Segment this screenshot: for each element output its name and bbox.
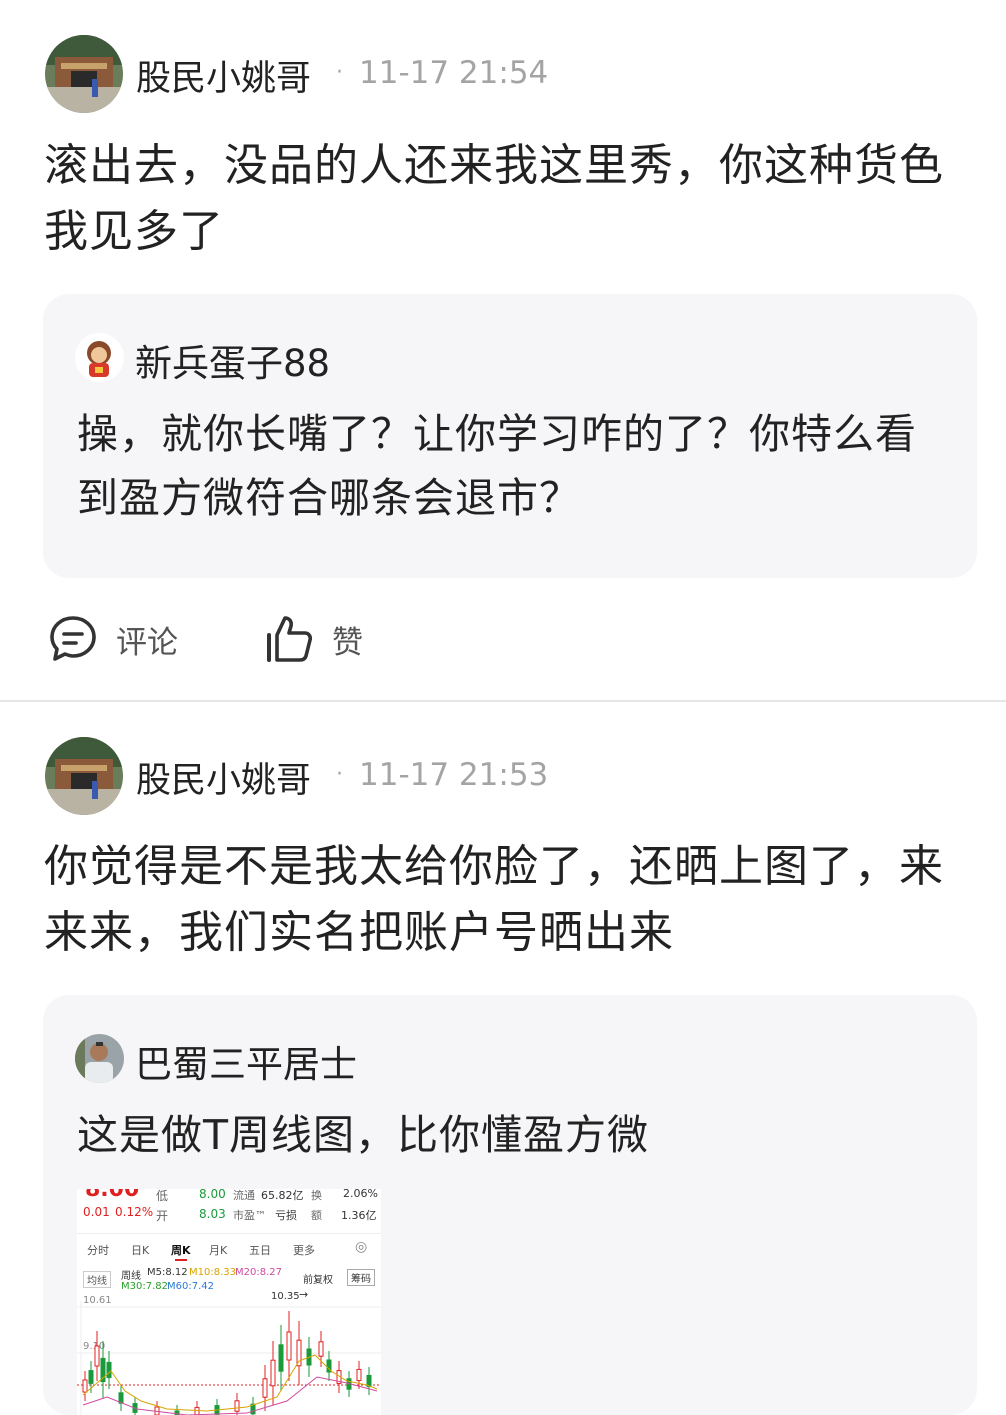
amount-value: 1.36亿 bbox=[341, 1209, 377, 1222]
text-line: 你觉得是不是我太给你脸了，还晒上图了，来 bbox=[44, 841, 944, 892]
comment-icon bbox=[50, 616, 96, 661]
author-name[interactable]: 股民小姚哥 bbox=[136, 752, 311, 803]
quoted-reply[interactable]: 巴蜀三平居士 这是做T周线图，比你懂盈方微 8.00 0.01 0.12% 低 … bbox=[43, 995, 977, 1415]
like-label: 赞 bbox=[332, 624, 363, 661]
ma-label: 周线 bbox=[121, 1271, 141, 1282]
peak-arrow-icon: → bbox=[299, 1288, 309, 1301]
tab-daily[interactable]: 日K bbox=[131, 1242, 149, 1258]
ma30: M30:7.82 bbox=[121, 1281, 168, 1292]
comment-label: 评论 bbox=[116, 624, 178, 661]
stock-chart-thumbnail[interactable]: 8.00 0.01 0.12% 低 8.00 开 8.03 流通 65.82亿 … bbox=[77, 1189, 381, 1415]
amount-label: 额 bbox=[311, 1209, 322, 1222]
ma60: M60:7.42 bbox=[167, 1281, 214, 1292]
text-line: 到盈方微符合哪条会退市？ bbox=[77, 474, 581, 522]
comment-text: 你觉得是不是我太给你脸了，还晒上图了，来 来来，我们实名把账户号晒出来 bbox=[44, 834, 974, 966]
open-label: 开 bbox=[156, 1209, 169, 1223]
quoted-text: 这是做T周线图，比你懂盈方微 bbox=[77, 1103, 957, 1167]
comment-post: 股民小姚哥 · 11-17 21:54 滚出去，没品的人还来我这里秀，你这种货色… bbox=[0, 0, 1006, 702]
candle-body bbox=[234, 1400, 240, 1412]
person-avatar-icon bbox=[75, 1034, 124, 1083]
timestamp: 11-17 21:53 bbox=[359, 757, 549, 793]
adjust-label[interactable]: 前复权 bbox=[303, 1271, 333, 1286]
tab-weekly[interactable]: 周K bbox=[171, 1242, 191, 1258]
ma10: M10:8.33 bbox=[189, 1267, 236, 1278]
comment-post: 股民小姚哥 · 11-17 21:53 你觉得是不是我太给你脸了，还晒上图了，来… bbox=[0, 702, 1006, 1415]
like-button[interactable]: 赞 bbox=[264, 614, 363, 664]
ma-button[interactable]: 均线 bbox=[83, 1271, 111, 1288]
turnover-value: 2.06% bbox=[343, 1189, 378, 1200]
open-value: 8.03 bbox=[199, 1207, 226, 1221]
turnover-label: 换 bbox=[311, 1189, 322, 1202]
candle-body bbox=[296, 1339, 302, 1367]
tab-timeshare[interactable]: 分时 bbox=[87, 1242, 109, 1258]
separator-dot: · bbox=[336, 60, 343, 85]
float-value: 65.82亿 bbox=[261, 1189, 304, 1202]
candle-body bbox=[270, 1359, 276, 1387]
candle-body bbox=[262, 1378, 268, 1398]
pe-value: 亏损 bbox=[275, 1209, 297, 1222]
settings-icon[interactable]: ◎ bbox=[355, 1239, 367, 1255]
candles bbox=[82, 1311, 372, 1415]
text-line: 我见多了 bbox=[44, 206, 224, 257]
comment-button[interactable]: 评论 bbox=[48, 614, 178, 664]
avatar[interactable] bbox=[75, 1034, 124, 1083]
candlestick-chart bbox=[77, 1301, 381, 1415]
avatar-photo-icon bbox=[45, 35, 123, 113]
text-line: 滚出去，没品的人还来我这里秀，你这种货色 bbox=[44, 140, 944, 191]
cartoon-avatar-icon bbox=[75, 333, 124, 382]
candle-body bbox=[82, 1379, 88, 1393]
text-line: 来来，我们实名把账户号晒出来 bbox=[44, 907, 674, 958]
quoted-text: 操，就你长嘴了？让你学习咋的了？你特么看 到盈方微符合哪条会退市？ bbox=[77, 402, 957, 530]
candle-body bbox=[318, 1341, 324, 1357]
candle-body bbox=[356, 1368, 362, 1382]
thumbs-up-icon bbox=[267, 616, 313, 662]
author-name[interactable]: 股民小姚哥 bbox=[136, 50, 311, 101]
candle-body bbox=[106, 1361, 112, 1379]
change-percent: 0.12% bbox=[115, 1205, 154, 1219]
tab-monthly[interactable]: 月K bbox=[209, 1242, 227, 1258]
tab-active-indicator bbox=[175, 1259, 187, 1261]
ma5: M5:8.12 bbox=[147, 1267, 188, 1278]
avatar[interactable] bbox=[45, 35, 123, 113]
change-value: 0.01 bbox=[83, 1205, 110, 1219]
price-cutoff: 8.00 bbox=[85, 1189, 140, 1202]
candle-body bbox=[194, 1407, 200, 1415]
pe-label: 市盈™ bbox=[233, 1209, 266, 1222]
tab-five-day[interactable]: 五日 bbox=[249, 1242, 271, 1258]
chips-button[interactable]: 筹码 bbox=[347, 1269, 375, 1286]
text-line: 操，就你长嘴了？让你学习咋的了？你特么看 bbox=[77, 410, 917, 458]
low-value: 8.00 bbox=[199, 1189, 226, 1201]
quoted-reply[interactable]: 新兵蛋子88 操，就你长嘴了？让你学习咋的了？你特么看 到盈方微符合哪条会退市？ bbox=[43, 294, 977, 578]
comment-text: 滚出去，没品的人还来我这里秀，你这种货色 我见多了 bbox=[44, 133, 974, 265]
quoted-author-name[interactable]: 新兵蛋子88 bbox=[135, 333, 330, 387]
timestamp: 11-17 21:54 bbox=[359, 55, 549, 91]
tab-bar bbox=[77, 1233, 381, 1234]
avatar[interactable] bbox=[75, 333, 124, 382]
candle-body bbox=[94, 1345, 100, 1367]
separator-dot: · bbox=[336, 762, 343, 787]
low-label: 低 bbox=[156, 1189, 169, 1203]
avatar-photo-icon bbox=[45, 737, 123, 815]
avatar[interactable] bbox=[45, 737, 123, 815]
candle-body bbox=[88, 1370, 94, 1384]
candle-body bbox=[278, 1344, 284, 1372]
tab-more[interactable]: 更多 bbox=[293, 1242, 315, 1258]
ma20: M20:8.27 bbox=[235, 1267, 282, 1278]
float-label: 流通 bbox=[233, 1189, 255, 1202]
quoted-author-name[interactable]: 巴蜀三平居士 bbox=[135, 1034, 357, 1088]
text-line: 这是做T周线图，比你懂盈方微 bbox=[77, 1111, 650, 1159]
candle-body bbox=[286, 1331, 292, 1361]
